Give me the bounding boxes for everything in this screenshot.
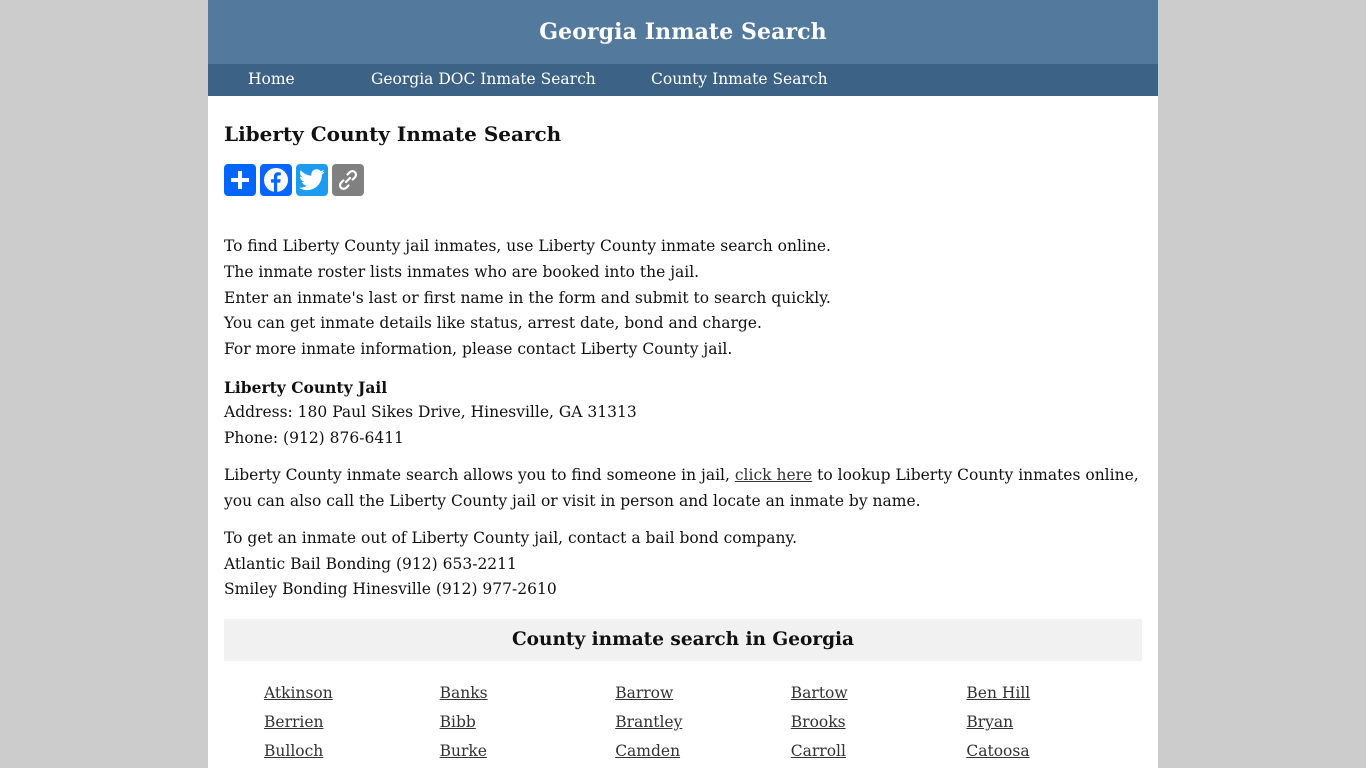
nav-georgia-doc-inmate-search[interactable]: Georgia DOC Inmate Search (371, 64, 596, 95)
intro-line: To find Liberty County jail inmates, use… (224, 237, 831, 255)
county-link-grid: Atkinson Banks Barrow Bartow Ben Hill Be… (264, 679, 1142, 766)
county-section-header: County inmate search in Georgia (224, 618, 1142, 661)
county-link-banks[interactable]: Banks (440, 679, 616, 708)
county-link-camden[interactable]: Camden (615, 737, 791, 766)
bail-intro: To get an inmate out of Liberty County j… (224, 529, 798, 548)
copy-link-icon (338, 170, 358, 190)
search-paragraph-text: Liberty County inmate search allows you … (224, 466, 735, 485)
county-link-catoosa[interactable]: Catoosa (966, 737, 1142, 766)
bail-info: To get an inmate out of Liberty County j… (224, 526, 1142, 603)
county-link-ben-hill[interactable]: Ben Hill (966, 679, 1142, 708)
intro-line: You can get inmate details like status, … (224, 314, 762, 333)
site-title[interactable]: Georgia Inmate Search (539, 19, 827, 45)
share-button[interactable] (224, 164, 256, 196)
jail-phone: Phone: (912) 876-6411 (224, 428, 404, 447)
county-link-bulloch[interactable]: Bulloch (264, 737, 440, 766)
county-link-bartow[interactable]: Bartow (791, 679, 967, 708)
twitter-icon (299, 169, 325, 191)
nav-county-inmate-search[interactable]: County Inmate Search (651, 64, 828, 95)
jail-address: Address: 180 Paul Sikes Drive, Hinesvill… (224, 403, 637, 422)
main-nav: Home Georgia DOC Inmate Search County In… (208, 64, 1158, 96)
intro-text: To find Liberty County jail inmates, use… (224, 234, 1142, 363)
facebook-icon (264, 168, 288, 192)
share-bar (224, 164, 1142, 196)
jail-name: Liberty County Jail (224, 377, 388, 397)
share-plus-icon (231, 171, 249, 189)
county-section-title: County inmate search in Georgia (511, 629, 855, 651)
main-content: Liberty County Inmate Search To find Lib… (208, 96, 1158, 766)
page-title: Liberty County Inmate Search (224, 122, 562, 146)
nav-home[interactable]: Home (248, 64, 295, 95)
county-link-brantley[interactable]: Brantley (615, 708, 791, 737)
jail-info: Liberty County Jail Address: 180 Paul Si… (224, 375, 1142, 452)
search-paragraph: Liberty County inmate search allows you … (224, 463, 1142, 514)
intro-line: Enter an inmate's last or first name in … (224, 288, 831, 307)
twitter-share-button[interactable] (296, 164, 328, 196)
county-link-carroll[interactable]: Carroll (791, 737, 967, 766)
copy-link-button[interactable] (332, 164, 364, 196)
bail-company: Atlantic Bail Bonding (912) 653-2211 (224, 554, 517, 573)
county-link-bryan[interactable]: Bryan (966, 708, 1142, 737)
county-link-barrow[interactable]: Barrow (615, 679, 791, 708)
bail-company: Smiley Bonding Hinesville (912) 977-2610 (224, 580, 557, 599)
county-link-berrien[interactable]: Berrien (264, 708, 440, 737)
county-link-bibb[interactable]: Bibb (440, 708, 616, 737)
facebook-share-button[interactable] (260, 164, 292, 196)
site-header: Georgia Inmate Search (208, 0, 1158, 64)
page-container: Georgia Inmate Search Home Georgia DOC I… (208, 0, 1158, 768)
click-here-link[interactable]: click here (735, 466, 812, 484)
county-link-atkinson[interactable]: Atkinson (264, 679, 440, 708)
intro-line: The inmate roster lists inmates who are … (224, 262, 700, 281)
county-link-brooks[interactable]: Brooks (791, 708, 967, 737)
intro-line: For more inmate information, please cont… (224, 340, 733, 359)
county-link-burke[interactable]: Burke (440, 737, 616, 766)
